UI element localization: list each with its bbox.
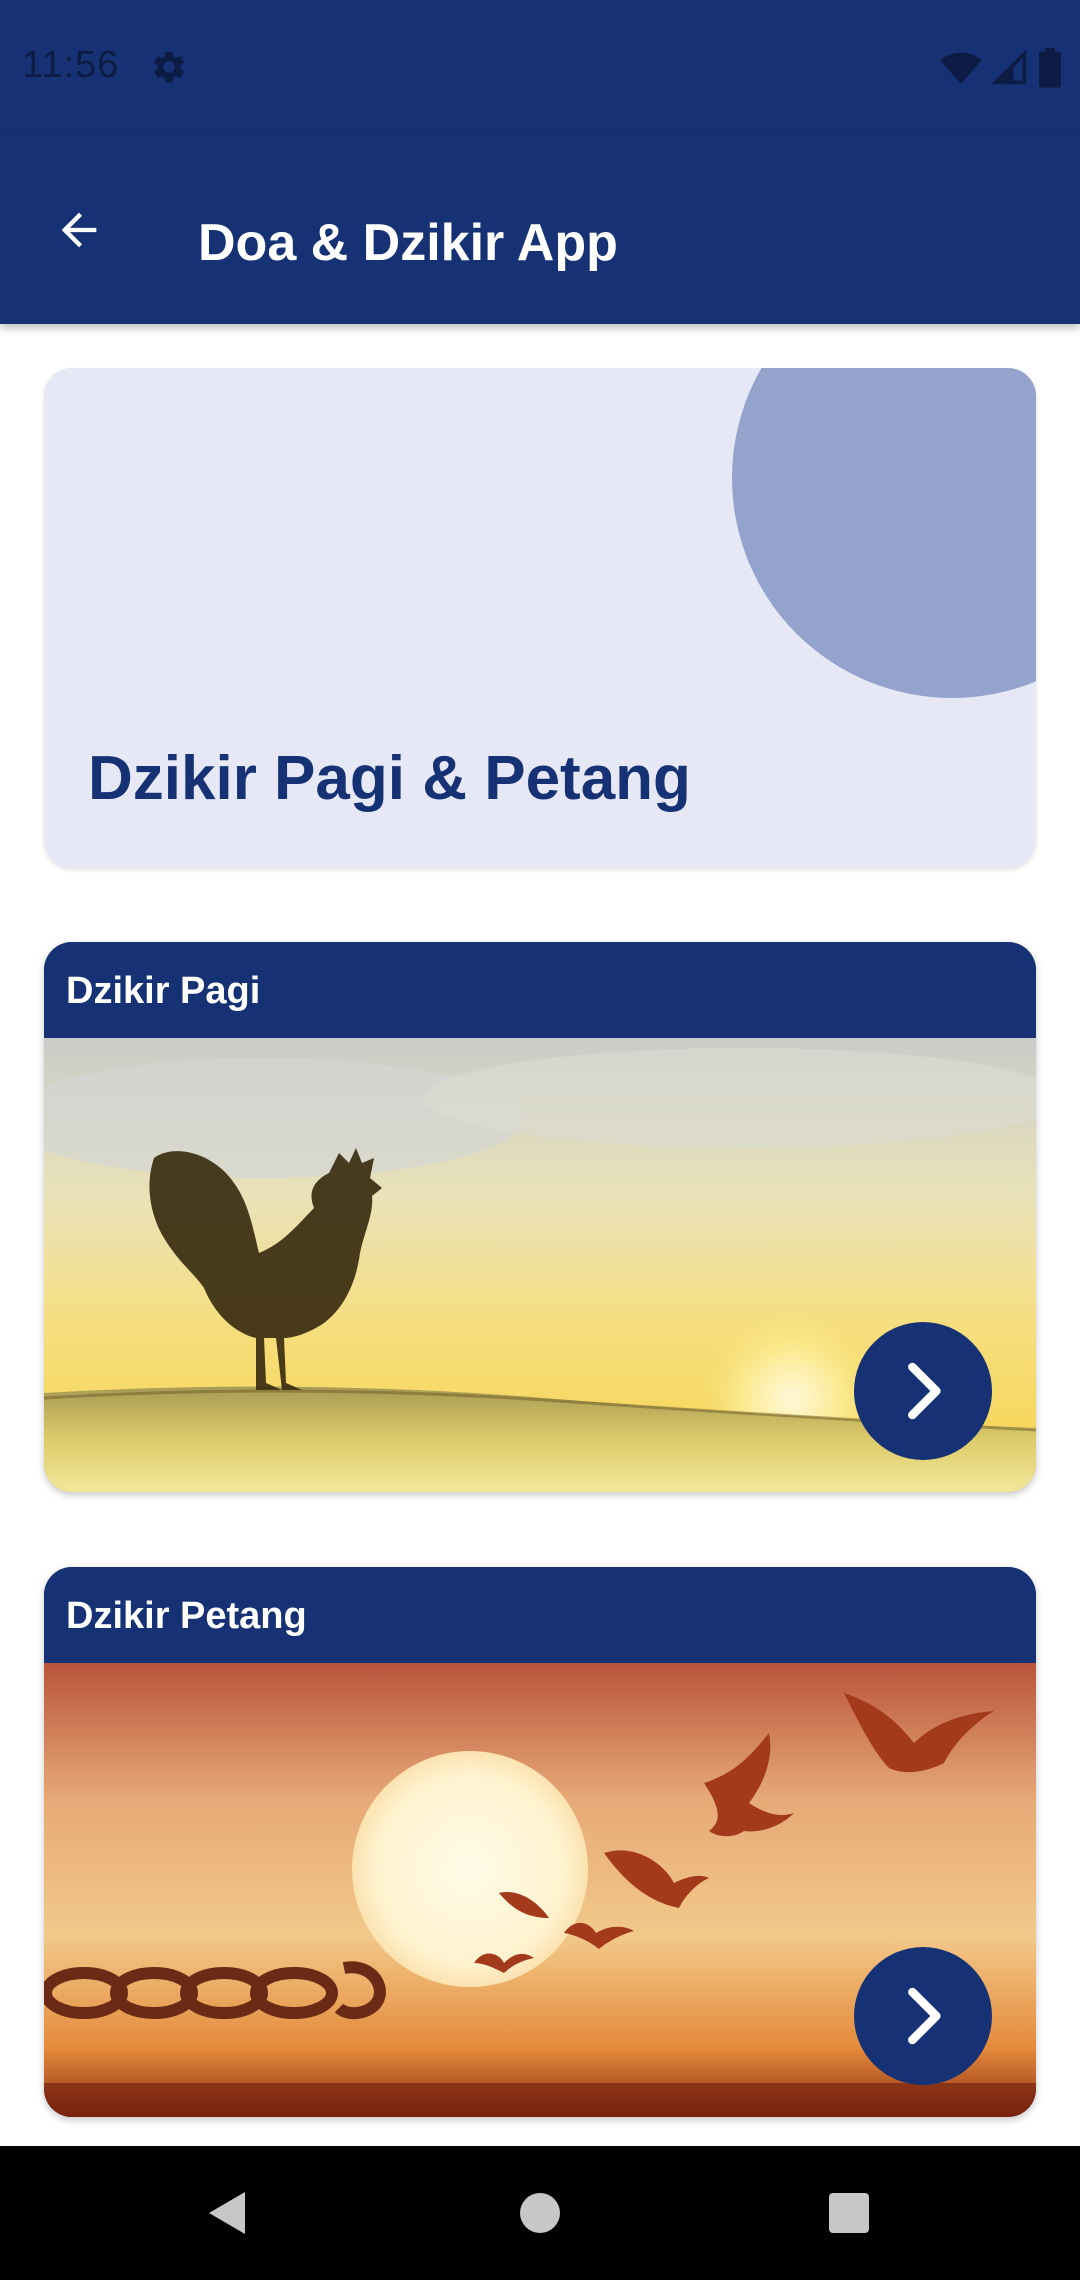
recents-square-icon bbox=[829, 2193, 869, 2233]
battery-icon bbox=[1039, 48, 1061, 88]
card-title: Dzikir Petang bbox=[66, 1595, 307, 1637]
card-title: Dzikir Pagi bbox=[66, 970, 261, 1012]
status-time: 11:56 bbox=[22, 44, 120, 86]
next-button[interactable] bbox=[854, 1322, 992, 1460]
arrow-back-icon bbox=[61, 212, 97, 248]
nav-recents-button[interactable] bbox=[812, 2176, 886, 2250]
settings-icon bbox=[154, 51, 184, 83]
chevron-right-icon bbox=[908, 1987, 941, 2045]
system-nav-bar bbox=[0, 2146, 1080, 2280]
app-toolbar: Doa & Dzikir App bbox=[0, 135, 1080, 324]
nav-home-button[interactable] bbox=[503, 2176, 577, 2250]
decorative-circle bbox=[732, 368, 1036, 698]
signal-icon bbox=[992, 50, 1027, 85]
status-icons bbox=[940, 48, 1062, 88]
card-header: Dzikir Pagi bbox=[44, 942, 1036, 1038]
wifi-icon bbox=[940, 52, 982, 84]
header-card: Dzikir Pagi & Petang bbox=[44, 368, 1036, 868]
back-button[interactable] bbox=[44, 195, 114, 265]
header-title: Dzikir Pagi & Petang bbox=[88, 744, 691, 813]
toolbar-title: Doa & Dzikir App bbox=[198, 214, 618, 272]
back-triangle-icon bbox=[209, 2192, 245, 2234]
chevron-right-icon bbox=[908, 1362, 941, 1420]
card-dzikir-pagi[interactable]: Dzikir Pagi bbox=[44, 942, 1036, 1492]
nav-back-button[interactable] bbox=[190, 2176, 264, 2250]
card-header: Dzikir Petang bbox=[44, 1567, 1036, 1663]
status-bar: 11:56 bbox=[0, 0, 1080, 135]
next-button[interactable] bbox=[854, 1947, 992, 2085]
home-circle-icon bbox=[520, 2193, 560, 2233]
card-dzikir-petang[interactable]: Dzikir Petang bbox=[44, 1567, 1036, 2117]
